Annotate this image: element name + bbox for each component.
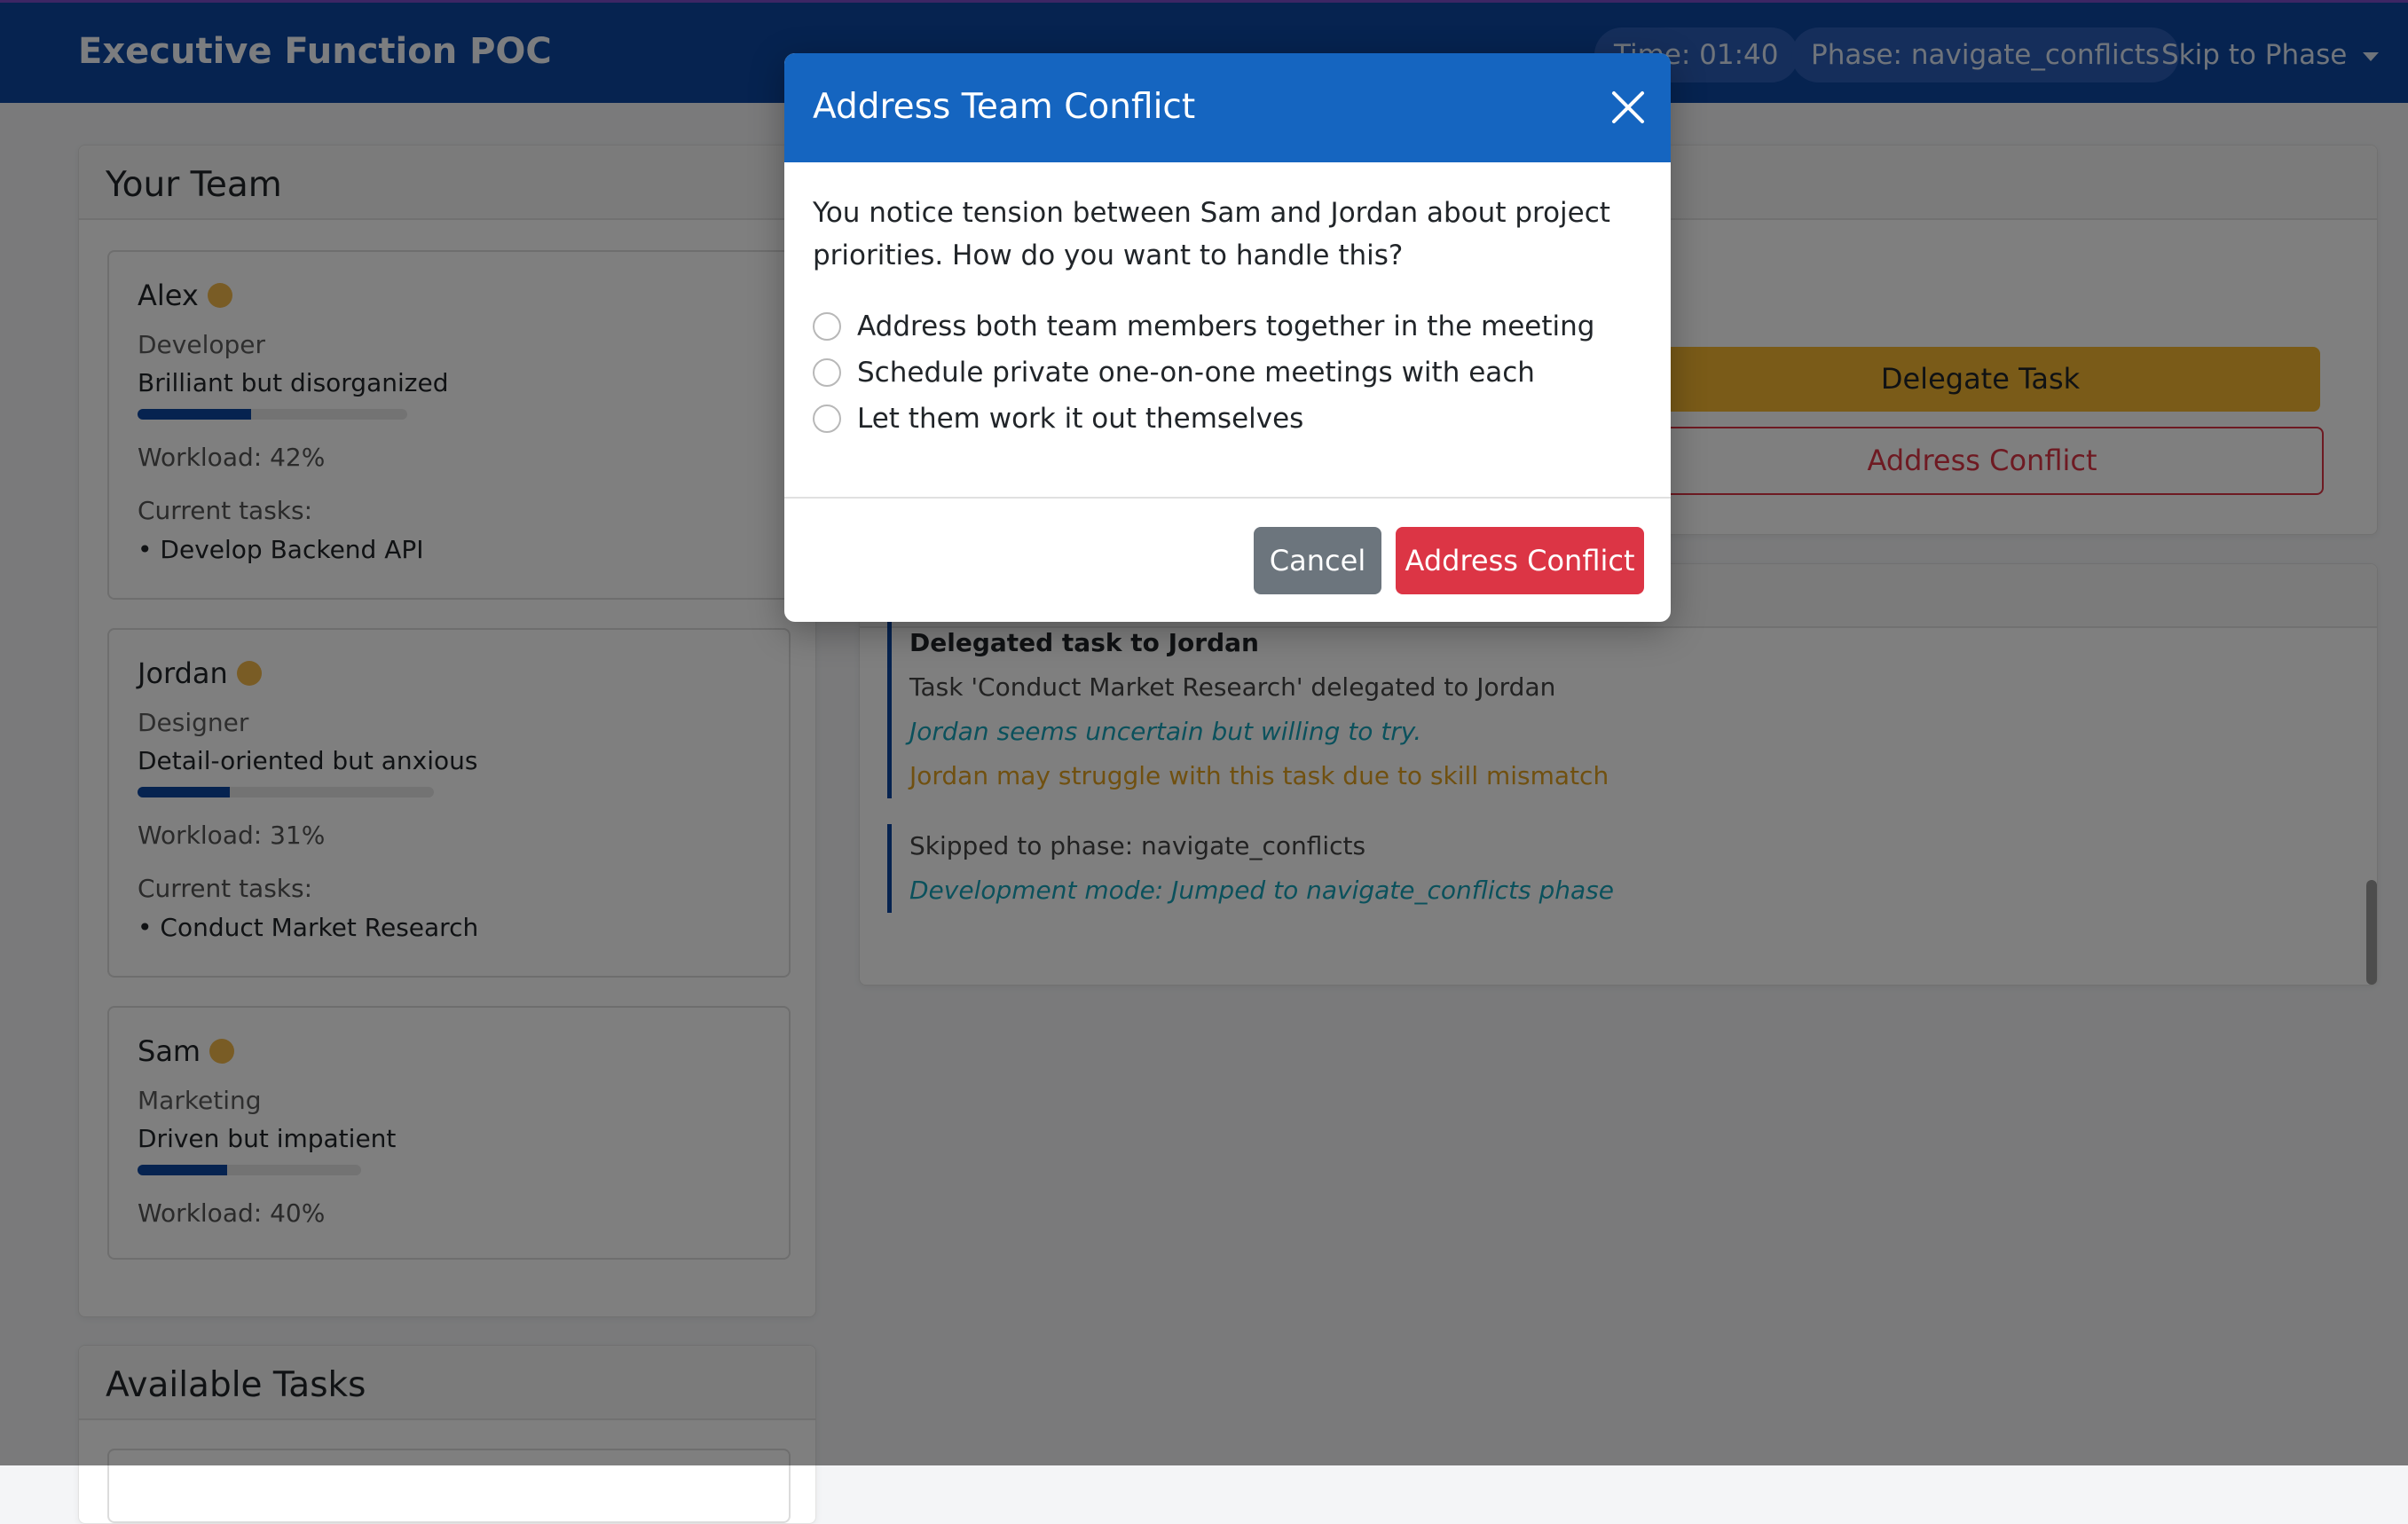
option-label: Address both team members together in th… [857, 310, 1595, 342]
option-label: Let them work it out themselves [857, 403, 1304, 435]
conflict-modal: Address Team Conflict You notice tension… [784, 53, 1671, 622]
radio-button[interactable] [813, 358, 841, 387]
cancel-button[interactable]: Cancel [1254, 527, 1381, 594]
modal-header: Address Team Conflict [784, 53, 1671, 162]
option-private[interactable]: Schedule private one-on-one meetings wit… [813, 357, 1535, 389]
radio-button[interactable] [813, 405, 841, 433]
confirm-address-conflict-button[interactable]: Address Conflict [1396, 527, 1644, 594]
modal-divider [784, 497, 1671, 499]
option-self-resolve[interactable]: Let them work it out themselves [813, 403, 1303, 435]
close-icon[interactable] [1609, 89, 1647, 126]
option-together[interactable]: Address both team members together in th… [813, 310, 1594, 342]
modal-question: You notice tension between Sam and Jorda… [813, 197, 1610, 271]
modal-title: Address Team Conflict [813, 87, 1196, 127]
radio-button[interactable] [813, 312, 841, 341]
option-label: Schedule private one-on-one meetings wit… [857, 357, 1535, 389]
